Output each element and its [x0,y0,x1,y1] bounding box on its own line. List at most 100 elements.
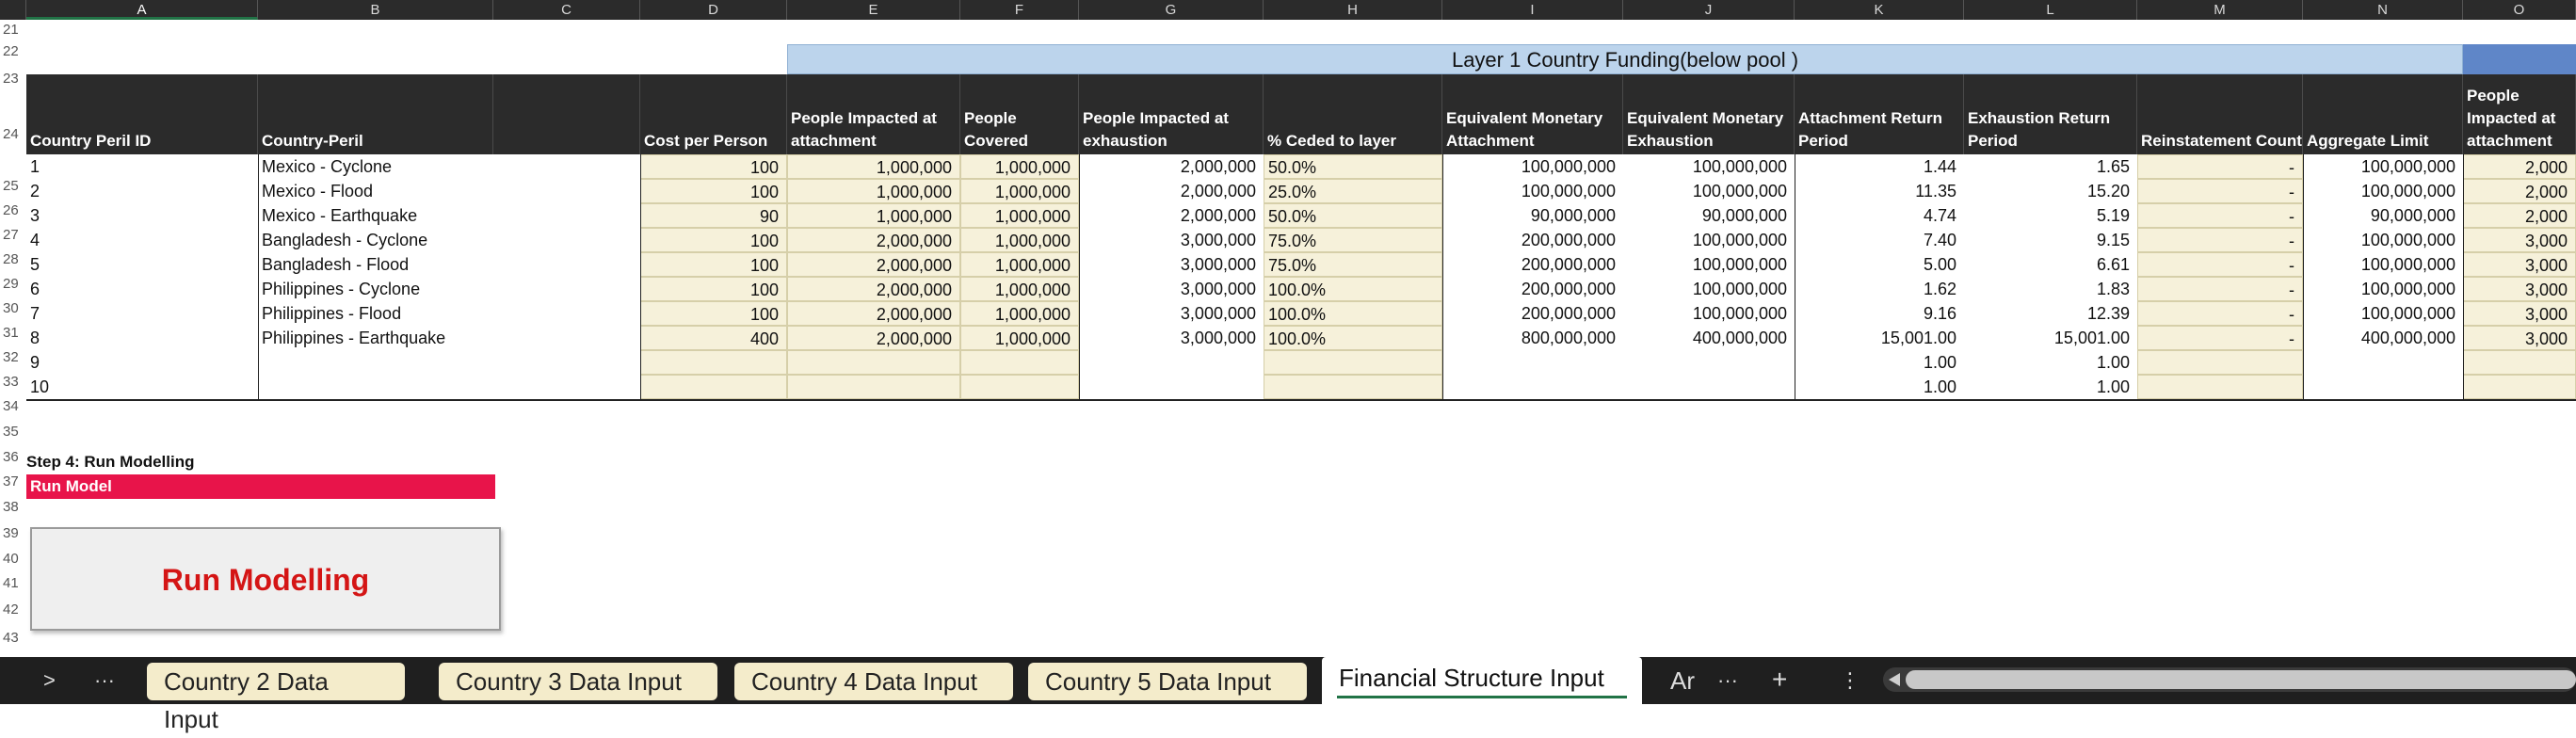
column-header-h[interactable]: H [1264,0,1442,20]
header-people-impacted-exhaustion[interactable]: People Impacted at exhaustion [1079,74,1264,154]
cell-country-peril-id[interactable]: 5 [26,252,258,277]
header-people-covered[interactable]: People Covered [960,74,1079,154]
cell-aggregate-limit[interactable]: 100,000,000 [2303,228,2463,252]
cell-monetary-attachment[interactable]: 100,000,000 [1442,154,1623,179]
header-country-peril-id[interactable]: Country Peril ID [26,74,258,154]
row-number[interactable]: 25 [0,174,26,199]
cell-reinstatement-count[interactable]: - [2137,228,2303,252]
cell-monetary-attachment[interactable]: 100,000,000 [1442,179,1623,203]
chevron-right-icon[interactable]: > [43,668,56,693]
row-number[interactable]: 42 [0,596,26,624]
cell-cost-per-person[interactable]: 100 [640,252,787,277]
cell-exhaustion-return-period[interactable]: 15,001.00 [1964,326,2137,350]
row-number[interactable]: 40 [0,547,26,571]
cell-monetary-exhaustion[interactable]: 100,000,000 [1623,252,1795,277]
header-people-impacted-attachment-2[interactable]: People Impacted at attachment [2463,74,2576,154]
cell-attachment-return-period[interactable]: 11.35 [1795,179,1964,203]
cell-people-impacted-exhaustion[interactable]: 2,000,000 [1079,154,1264,179]
cell-monetary-exhaustion[interactable]: 100,000,000 [1623,179,1795,203]
add-sheet-icon[interactable]: + [1772,665,1787,695]
cell-attachment-return-period[interactable]: 9.16 [1795,301,1964,326]
cell-people-impacted-attachment[interactable]: 2,000,000 [787,252,960,277]
cell-people-impacted-attachment[interactable]: 2,000,000 [787,326,960,350]
cell-country-peril[interactable]: Bangladesh - Flood [258,252,493,277]
scrollbar-thumb[interactable] [1906,670,2576,689]
row-number[interactable]: 32 [0,345,26,370]
cell-cost-per-person[interactable]: 100 [640,301,787,326]
header-reinstatement-count[interactable]: Reinstatement Count [2137,74,2303,154]
cell-reinstatement-count[interactable]: - [2137,301,2303,326]
tab-country-5-data-input[interactable]: Country 5 Data Input [1028,663,1307,700]
cell-reinstatement-count[interactable]: - [2137,203,2303,228]
cell-exhaustion-return-period[interactable]: 1.00 [1964,350,2137,375]
cell-exhaustion-return-period[interactable]: 1.00 [1964,375,2137,399]
cell-attachment-return-period[interactable]: 1.00 [1795,375,1964,399]
cell-people-impacted-attachment[interactable] [787,375,960,399]
cell-pct-ceded[interactable]: 100.0% [1264,301,1442,326]
cell-people-impacted-attachment[interactable]: 2,000,000 [787,301,960,326]
cell-exhaustion-return-period[interactable]: 1.65 [1964,154,2137,179]
cell-people-impacted-attachment-2[interactable] [2463,375,2576,399]
cell-people-covered[interactable]: 1,000,000 [960,277,1079,301]
cell-people-impacted-attachment-2[interactable]: 3,000 [2463,301,2576,326]
row-number[interactable]: 31 [0,321,26,345]
row-number[interactable]: 38 [0,494,26,520]
cell-pct-ceded[interactable] [1264,350,1442,375]
header-cost-per-person[interactable]: Cost per Person [640,74,787,154]
header-pct-ceded[interactable]: % Ceded to layer [1264,74,1442,154]
cell-aggregate-limit[interactable]: 100,000,000 [2303,301,2463,326]
cell-exhaustion-return-period[interactable]: 15.20 [1964,179,2137,203]
cell-reinstatement-count[interactable] [2137,375,2303,399]
row-number[interactable]: 33 [0,370,26,394]
cell-people-impacted-attachment-2[interactable]: 3,000 [2463,326,2576,350]
cell-country-peril-id[interactable]: 3 [26,203,258,228]
cell-cost-per-person[interactable]: 100 [640,154,787,179]
header-country-peril[interactable]: Country-Peril [258,74,493,154]
cell-monetary-exhaustion[interactable]: 100,000,000 [1623,277,1795,301]
cell-monetary-attachment[interactable]: 200,000,000 [1442,252,1623,277]
cell-country-peril[interactable]: Mexico - Flood [258,179,493,203]
cell-people-covered[interactable]: 1,000,000 [960,179,1079,203]
cell-people-impacted-attachment[interactable]: 1,000,000 [787,154,960,179]
cell-country-peril[interactable]: Mexico - Cyclone [258,154,493,179]
row-number[interactable]: 36 [0,444,26,470]
cell-attachment-return-period[interactable]: 1.44 [1795,154,1964,179]
tab-country-4-data-input[interactable]: Country 4 Data Input [734,663,1013,700]
cell-monetary-attachment[interactable] [1442,350,1623,375]
column-header-l[interactable]: L [1964,0,2137,20]
cell-aggregate-limit[interactable]: 100,000,000 [2303,179,2463,203]
cell-aggregate-limit[interactable]: 100,000,000 [2303,277,2463,301]
cell-people-impacted-attachment-2[interactable]: 2,000 [2463,154,2576,179]
cell-people-impacted-attachment[interactable]: 2,000,000 [787,228,960,252]
cell-monetary-exhaustion[interactable] [1623,350,1795,375]
cell-reinstatement-count[interactable] [2137,350,2303,375]
cell-monetary-attachment[interactable]: 200,000,000 [1442,277,1623,301]
header-empty-c[interactable] [493,74,640,154]
column-header-m[interactable]: M [2137,0,2303,20]
select-all-corner[interactable] [0,0,26,20]
cell-people-covered[interactable]: 1,000,000 [960,228,1079,252]
cell-people-impacted-exhaustion[interactable]: 3,000,000 [1079,277,1264,301]
cell-cost-per-person[interactable] [640,375,787,399]
cell-attachment-return-period[interactable]: 1.00 [1795,350,1964,375]
cell-pct-ceded[interactable] [1264,375,1442,399]
cell-pct-ceded[interactable]: 50.0% [1264,154,1442,179]
cell-attachment-return-period[interactable]: 15,001.00 [1795,326,1964,350]
cell-people-covered[interactable]: 1,000,000 [960,154,1079,179]
cell-people-impacted-exhaustion[interactable]: 3,000,000 [1079,228,1264,252]
column-header-b[interactable]: B [258,0,493,20]
cell-monetary-attachment[interactable]: 200,000,000 [1442,301,1623,326]
scroll-left-icon[interactable] [1887,671,1902,688]
cell-country-peril[interactable]: Philippines - Earthquake [258,326,493,350]
cell-country-peril[interactable] [258,375,493,399]
vertical-dots-icon[interactable]: ⋮ [1840,668,1860,693]
cell-people-impacted-attachment[interactable]: 1,000,000 [787,179,960,203]
row-number[interactable]: 23 [0,64,26,94]
cell-attachment-return-period[interactable]: 7.40 [1795,228,1964,252]
row-number[interactable]: 35 [0,419,26,444]
cell-country-peril-id[interactable]: 10 [26,375,258,399]
tab-country-3-data-input[interactable]: Country 3 Data Input [439,663,717,700]
cell-aggregate-limit[interactable]: 100,000,000 [2303,154,2463,179]
column-header-n[interactable]: N [2303,0,2463,20]
run-modelling-button[interactable]: Run Modelling [30,527,501,631]
